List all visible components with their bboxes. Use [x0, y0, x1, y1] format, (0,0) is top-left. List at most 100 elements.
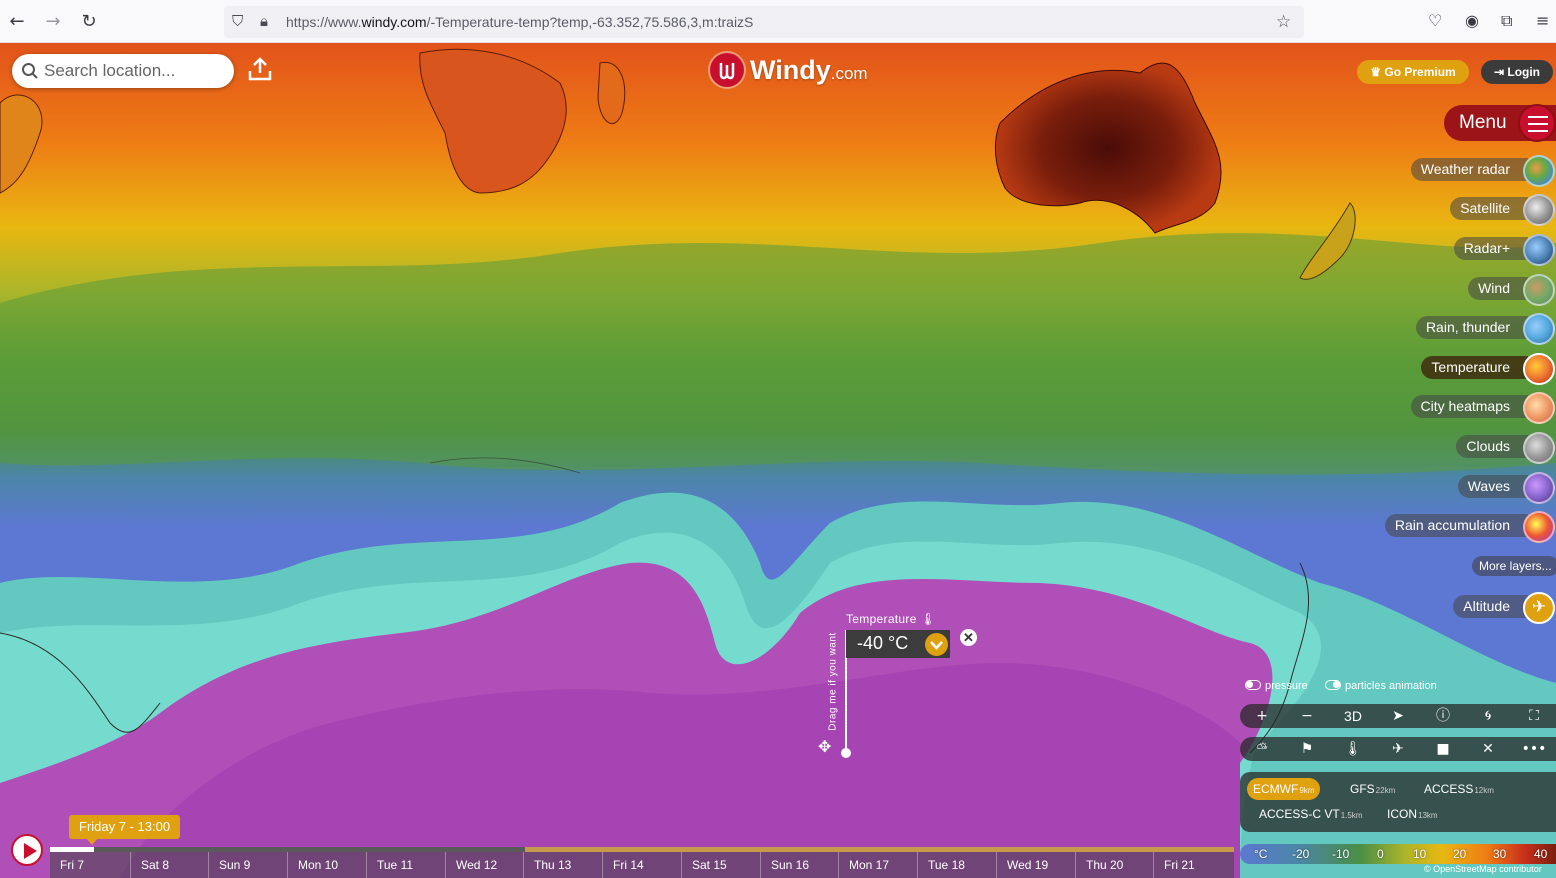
day-label[interactable]: Fri 7 — [50, 852, 84, 878]
clouds-icon — [1523, 432, 1555, 464]
current-time-bubble: Friday 7 - 13:00 — [69, 815, 181, 845]
search-input[interactable] — [44, 60, 224, 82]
app-menu-icon[interactable]: ≡ — [1536, 11, 1549, 30]
altitude-button[interactable]: Altitude ✈ — [1356, 592, 1556, 624]
forward-arrow-icon[interactable]: → — [42, 11, 64, 33]
weather-radar-icon — [1523, 155, 1555, 187]
airplane-icon: ✈ — [1523, 592, 1555, 624]
fullscreen-icon[interactable]: ⛶ — [1512, 704, 1556, 728]
info-icon[interactable]: ⓘ — [1421, 704, 1465, 728]
picker-drag-hint: Drag me if you want — [827, 632, 839, 731]
day-label[interactable]: Wed 19 — [996, 852, 1048, 878]
layer-label: Satellite — [1450, 197, 1528, 220]
webcam-icon[interactable]: ■ — [1421, 737, 1465, 761]
go-premium-label: Go Premium — [1384, 65, 1456, 79]
browser-toolbar: ← → ↻ ⛉ 🔒︎ https://www.windy.com/-Temper… — [0, 0, 1556, 43]
day-label[interactable]: Sat 15 — [681, 852, 727, 878]
layer-waves[interactable]: Waves — [1356, 472, 1556, 504]
map-controls: + − 3D ➤ ⓘ 🌀︎ ⛶ — [1240, 704, 1556, 728]
upload-icon[interactable] — [246, 55, 274, 83]
layer-weather-radar[interactable]: Weather radar — [1356, 155, 1556, 187]
reload-icon[interactable]: ↻ — [78, 11, 100, 33]
extensions-icon[interactable]: ⧉ — [1501, 11, 1512, 31]
day-label[interactable]: Thu 13 — [523, 852, 571, 878]
day-label[interactable]: Mon 17 — [838, 852, 889, 878]
thermometer-icon: 🌡︎ — [920, 612, 936, 626]
model-access-c-vt[interactable]: ACCESS-C VT1.5km — [1253, 803, 1368, 825]
hurricane-icon[interactable]: 🌀︎ — [1466, 704, 1510, 728]
logo-text: Windy.com — [750, 55, 868, 85]
lock-icon[interactable]: 🔒︎ — [260, 12, 268, 30]
close-picker-icon[interactable]: ✕ — [960, 629, 977, 646]
play-button[interactable] — [11, 834, 43, 866]
layer-rain-accumulation[interactable]: Rain accumulation — [1356, 511, 1556, 543]
picker-title: Temperature 🌡︎ — [846, 612, 936, 626]
day-label[interactable]: Fri 21 — [1153, 852, 1195, 878]
airport-icon[interactable]: ✈ — [1376, 737, 1420, 761]
chevron-down-icon[interactable] — [925, 633, 948, 656]
login-button[interactable]: ⇥ Login — [1481, 60, 1553, 84]
locate-icon[interactable]: ➤ — [1376, 704, 1420, 728]
day-label[interactable]: Mon 10 — [287, 852, 338, 878]
back-arrow-icon[interactable]: ← — [6, 11, 28, 33]
thermometer-tool-icon[interactable]: 🌡︎ — [1331, 737, 1375, 761]
wind-icon — [1523, 274, 1555, 306]
layer-rain-thunder[interactable]: Rain, thunder — [1356, 313, 1556, 345]
bookmark-star-icon[interactable]: ☆ — [1276, 12, 1291, 32]
go-premium-button[interactable]: ♛ Go Premium — [1357, 60, 1469, 84]
model-icon[interactable]: ICON13km — [1381, 803, 1444, 825]
layer-temperature[interactable]: Temperature — [1356, 353, 1556, 385]
layer-satellite[interactable]: Satellite — [1356, 194, 1556, 226]
layer-label: Rain accumulation — [1384, 514, 1528, 537]
day-label[interactable]: Sun 16 — [760, 852, 809, 878]
layer-city-heatmaps[interactable]: City heatmaps — [1356, 392, 1556, 424]
menu-button[interactable]: Menu — [1444, 104, 1556, 142]
day-label[interactable]: Wed 12 — [445, 852, 497, 878]
attribution[interactable]: © OpenStreetMap contributor — [1424, 864, 1542, 874]
pocket-icon[interactable]: ♡ — [1428, 11, 1442, 30]
flag-icon[interactable]: ⚑ — [1285, 737, 1329, 761]
day-label[interactable]: Fri 14 — [602, 852, 644, 878]
day-label[interactable]: Thu 20 — [1075, 852, 1123, 878]
search-icon — [22, 63, 38, 79]
legend-label: 40 — [1534, 847, 1548, 861]
address-bar[interactable]: ⛉ 🔒︎ https://www.windy.com/-Temperature-… — [224, 6, 1304, 38]
layer-radar-plus[interactable]: Radar+ — [1356, 234, 1556, 266]
day-label[interactable]: Tue 18 — [917, 852, 965, 878]
rain-thunder-icon — [1523, 313, 1555, 345]
model-access[interactable]: ACCESS12km — [1418, 778, 1500, 800]
layer-wind[interactable]: Wind — [1356, 274, 1556, 306]
layer-label: Rain, thunder — [1415, 316, 1528, 339]
more-icon[interactable]: ••• — [1512, 737, 1556, 761]
close-tool-icon[interactable]: ✕ — [1466, 737, 1510, 761]
layer-label: Temperature — [1421, 356, 1528, 379]
move-icon[interactable]: ✥ — [818, 737, 831, 756]
account-icon[interactable]: ◉ — [1465, 11, 1479, 30]
zoom-out-icon[interactable]: − — [1285, 704, 1329, 728]
zoom-in-icon[interactable]: + — [1240, 704, 1284, 728]
day-label[interactable]: Sun 9 — [208, 852, 250, 878]
timeline-days[interactable]: Fri 7 Sat 8 Sun 9 Mon 10 Tue 11 Wed 12 T… — [50, 852, 1234, 878]
legend-label: 20 — [1453, 847, 1467, 861]
legend-label: 30 — [1493, 847, 1507, 861]
picker-anchor[interactable] — [841, 748, 851, 758]
shield-icon[interactable]: ⛉ — [232, 12, 243, 30]
particles-toggle[interactable]: particles animation — [1325, 680, 1437, 692]
3d-button[interactable]: 3D — [1331, 704, 1375, 728]
day-label[interactable]: Tue 11 — [366, 852, 413, 878]
model-selector: ECMWF9km GFS22km ACCESS12km ACCESS-C VT1… — [1240, 772, 1556, 832]
layer-clouds[interactable]: Clouds — [1356, 432, 1556, 464]
model-gfs[interactable]: GFS22km — [1344, 778, 1401, 800]
layer-label: Weather radar — [1410, 158, 1528, 181]
pressure-toggle[interactable]: pressure — [1245, 680, 1308, 692]
url-text[interactable]: https://www.windy.com/-Temperature-temp?… — [286, 14, 753, 30]
day-label[interactable]: Sat 8 — [130, 852, 169, 878]
windy-logo-icon — [710, 53, 744, 87]
weather-icon[interactable]: ⛅︎ — [1240, 737, 1284, 761]
weather-map[interactable]: Windy.com ♛ Go Premium ⇥ Login Menu Weat… — [0, 43, 1556, 878]
model-ecmwf[interactable]: ECMWF9km — [1247, 778, 1321, 800]
temperature-legend[interactable]: °C -20 -10 0 10 20 30 40 — [1240, 844, 1556, 864]
more-layers-button[interactable]: More layers... — [1472, 556, 1556, 576]
waves-icon — [1523, 472, 1555, 504]
search-box[interactable] — [12, 54, 234, 88]
